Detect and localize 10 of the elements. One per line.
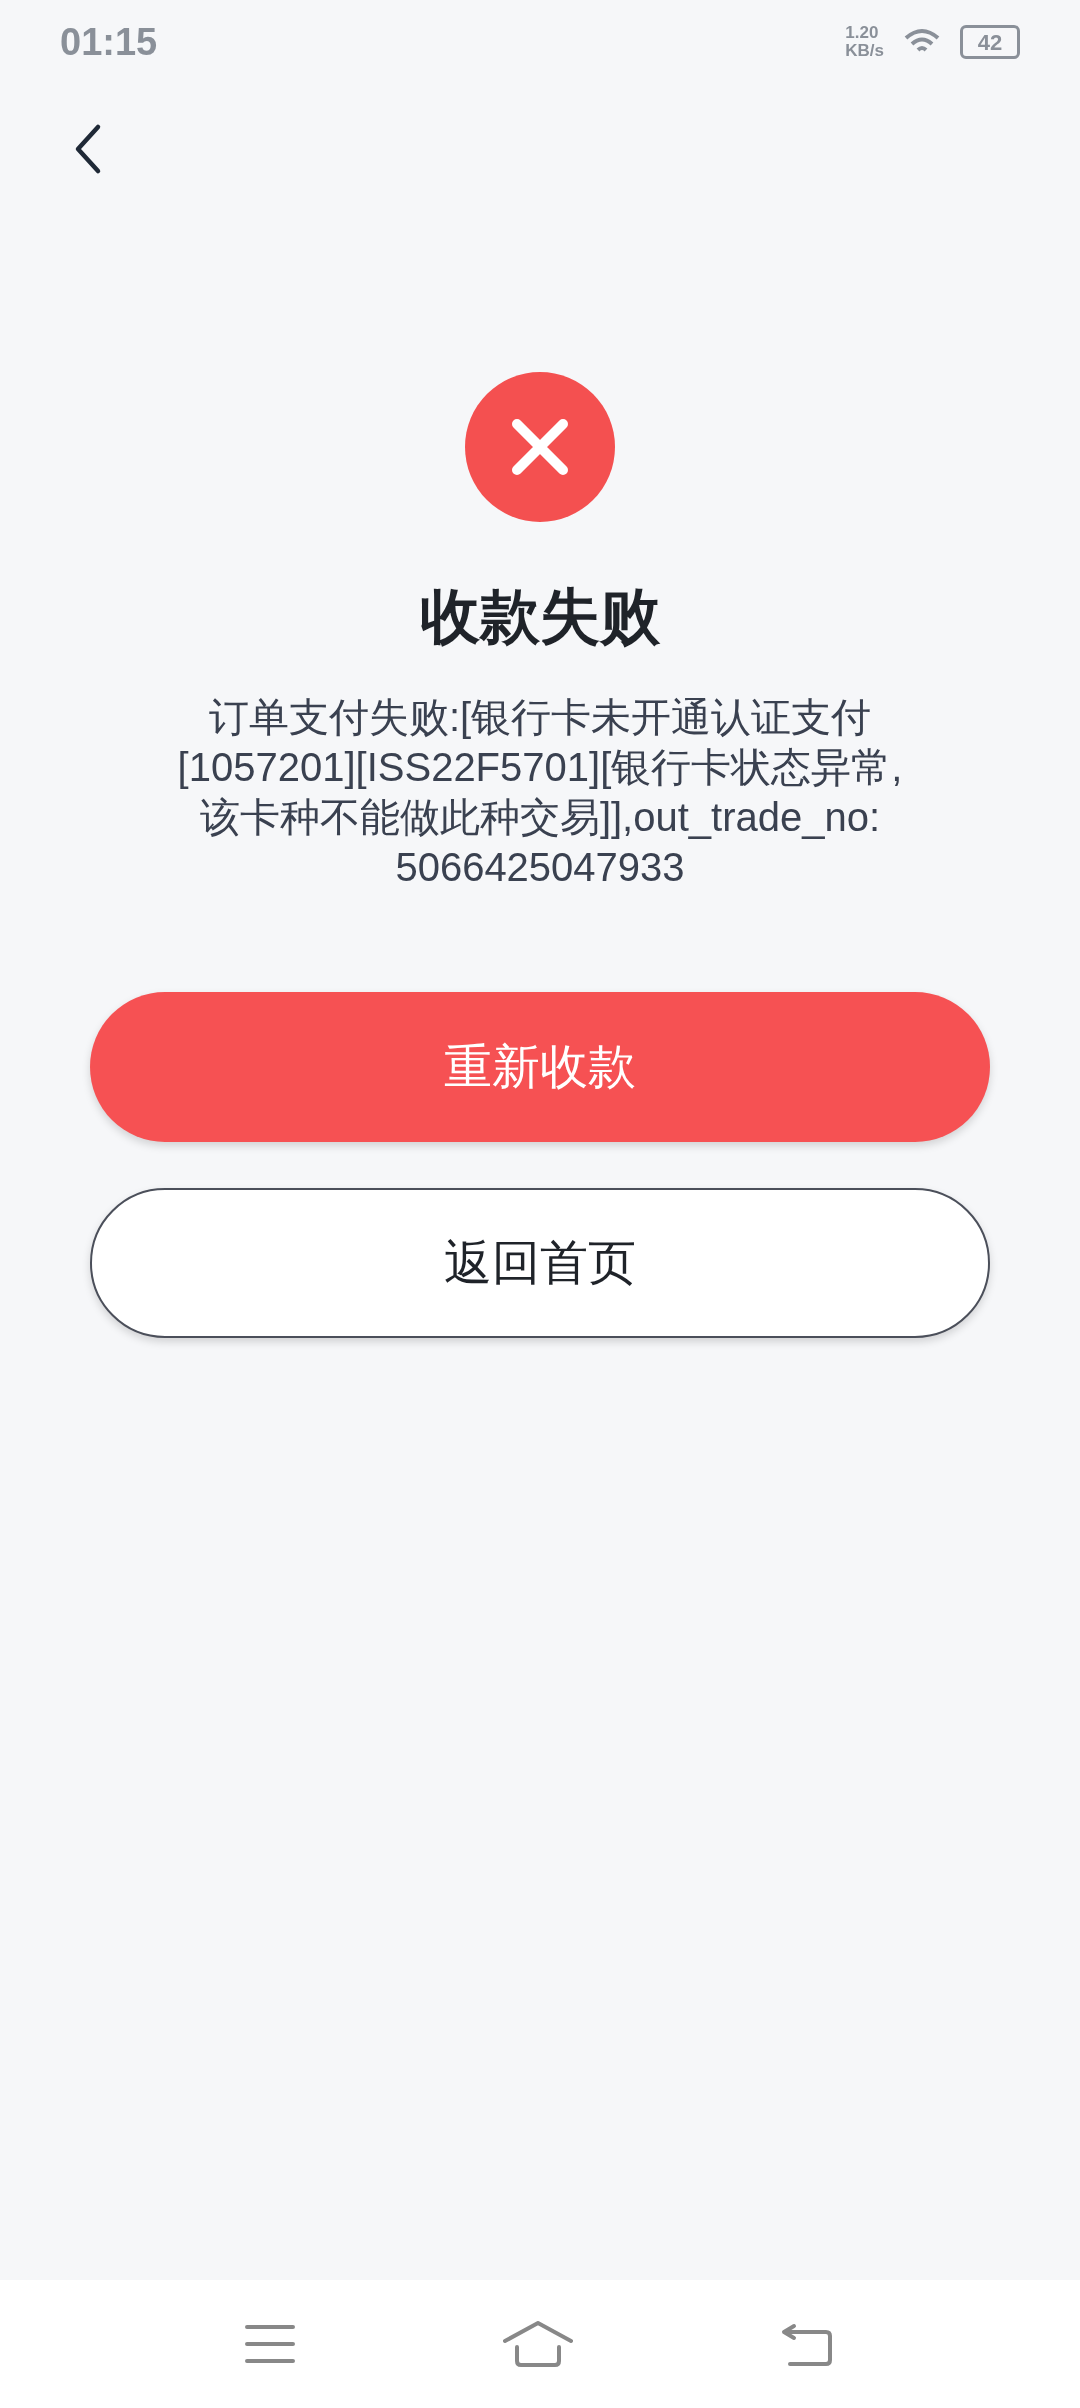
home-icon[interactable]	[503, 2321, 573, 2367]
battery-level: 42	[960, 25, 1020, 59]
network-speed: 1.20 KB/s	[845, 24, 884, 60]
error-icon	[465, 372, 615, 522]
menu-icon[interactable]	[245, 2324, 295, 2364]
result-title: 收款失败	[420, 582, 660, 652]
error-message: 订单支付失败:[银行卡未开通认证支付 [1057201][ISS22F5701][银行卡状态异常, 该卡种不能做此种交易]],out_trade_no: 5066425047933	[177, 694, 903, 891]
status-time: 01:15	[60, 19, 158, 65]
back-icon[interactable]	[780, 2322, 834, 2366]
home-button[interactable]: 返回首页	[90, 1188, 990, 1338]
